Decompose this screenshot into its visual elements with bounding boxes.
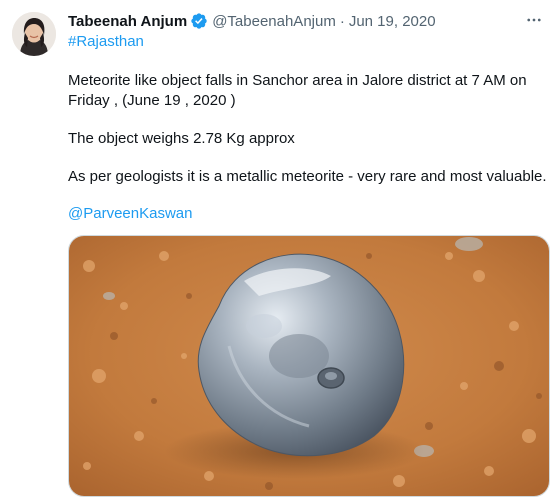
- meteorite-photo-illustration: [69, 236, 549, 496]
- tweet-photo[interactable]: [68, 235, 550, 497]
- tweet-text-line-3: The object weighs 2.78 Kg approx: [68, 130, 295, 147]
- avatar-image: [12, 12, 56, 56]
- hashtag-link[interactable]: #Rajasthan: [68, 33, 144, 50]
- author-handle[interactable]: @TabeenahAnjum: [212, 13, 336, 30]
- author-name[interactable]: Tabeenah Anjum: [68, 13, 187, 30]
- tweet-text-line-4: As per geologists it is a metallic meteo…: [68, 168, 547, 185]
- avatar[interactable]: [12, 12, 56, 56]
- tweet-text-line-1: Meteorite like object falls in Sanchor a…: [68, 72, 527, 89]
- tweet-date[interactable]: Jun 19, 2020: [349, 13, 436, 30]
- tweet-card[interactable]: Tabeenah Anjum @TabeenahAnjum · Jun 19, …: [0, 0, 560, 497]
- tweet-text-line-2: Friday , (June 19 , 2020 ): [68, 92, 236, 109]
- separator-dot: ·: [339, 12, 345, 30]
- verified-badge-icon: [190, 12, 208, 30]
- mention-link[interactable]: @ParveenKaswan: [68, 205, 192, 222]
- more-options-icon[interactable]: [522, 8, 546, 32]
- tweet-header: Tabeenah Anjum @TabeenahAnjum · Jun 19, …: [68, 11, 436, 31]
